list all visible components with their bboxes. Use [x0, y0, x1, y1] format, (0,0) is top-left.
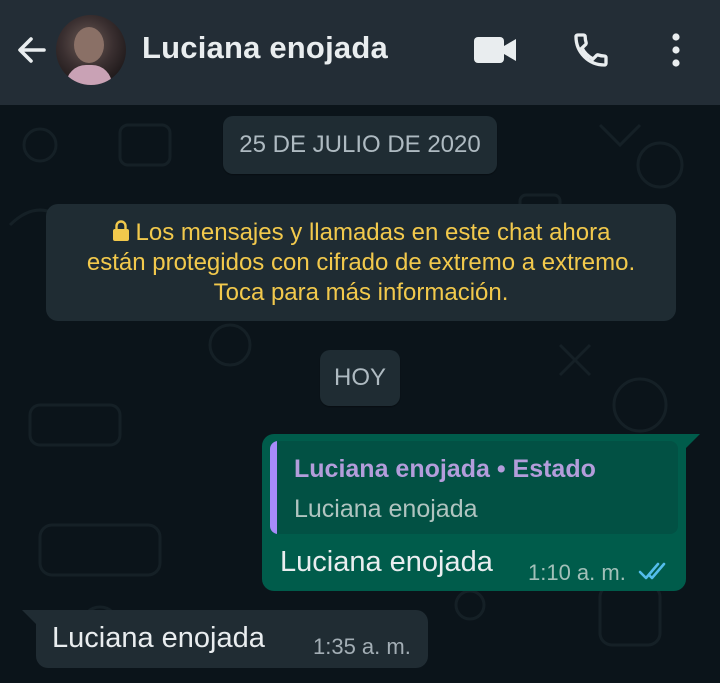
- encryption-text-3: Toca para más información.: [213, 279, 509, 306]
- contact-name[interactable]: Luciana enojada: [142, 30, 388, 66]
- lock-icon: [112, 220, 129, 241]
- message-text: Luciana enojada: [52, 622, 265, 654]
- arrow-left-icon[interactable]: [14, 32, 50, 68]
- avatar[interactable]: [56, 15, 126, 85]
- message-text: Luciana enojada: [280, 546, 493, 578]
- encryption-text-1: Los mensajes y llamadas en este chat aho…: [135, 219, 611, 246]
- quoted-message[interactable]: Luciana enojada • Estado Luciana enojada: [270, 441, 678, 534]
- encryption-notice-line1: Los mensajes y llamadas en este chat aho…: [46, 218, 676, 248]
- message-time: 1:35 a. m.: [313, 634, 411, 659]
- date-separator: 25 DE JULIO DE 2020: [223, 116, 497, 174]
- bubble-tail: [22, 610, 38, 626]
- chat-header: Luciana enojada: [0, 0, 720, 105]
- double-check-read-icon: [638, 562, 666, 580]
- quote-text: Luciana enojada: [294, 495, 478, 523]
- message-time: 1:10 a. m.: [528, 560, 626, 585]
- phone-icon[interactable]: [571, 30, 611, 70]
- quote-bar: [270, 441, 277, 534]
- quote-author: Luciana enojada • Estado: [294, 455, 596, 483]
- bubble-tail: [684, 434, 700, 450]
- more-vertical-icon[interactable]: [666, 32, 686, 68]
- encryption-notice[interactable]: Los mensajes y llamadas en este chat aho…: [46, 204, 676, 321]
- encryption-text-2: están protegidos con cifrado de extremo …: [86, 249, 636, 276]
- today-separator: HOY: [320, 350, 400, 406]
- video-camera-icon[interactable]: [472, 34, 518, 66]
